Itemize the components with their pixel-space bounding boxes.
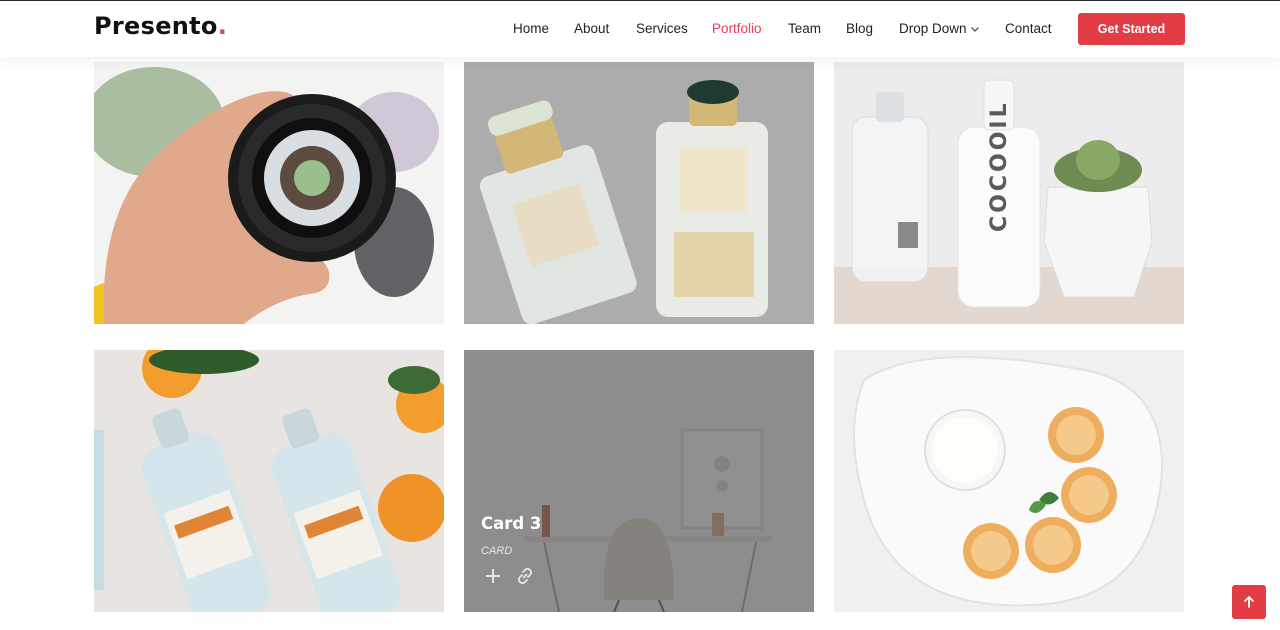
- card-category: CARD: [481, 545, 513, 557]
- nav-blog[interactable]: Blog: [846, 21, 873, 36]
- card-actions: [483, 566, 535, 586]
- nav-contact[interactable]: Contact: [1005, 21, 1052, 36]
- get-started-button[interactable]: Get Started: [1078, 13, 1185, 45]
- link-icon[interactable]: [515, 566, 535, 586]
- logo-dot: .: [217, 12, 228, 40]
- site-header: Presento. Home About Services Portfolio …: [0, 0, 1280, 57]
- portfolio-item-acqua[interactable]: [94, 350, 444, 612]
- cocooil-photo: COCOOIL: [834, 62, 1184, 324]
- card-title: Card 3: [481, 514, 542, 533]
- nav-home[interactable]: Home: [513, 21, 549, 36]
- pastries-photo: [834, 350, 1184, 612]
- portfolio-item-pastries[interactable]: [834, 350, 1184, 612]
- perfume-photo: [464, 62, 814, 324]
- portfolio-item-cocooil[interactable]: COCOOIL: [834, 62, 1184, 324]
- nav-about[interactable]: About: [574, 21, 609, 36]
- acqua-photo: [94, 350, 444, 612]
- nav-portfolio[interactable]: Portfolio: [712, 21, 762, 36]
- svg-text:COCOOIL: COCOOIL: [987, 100, 1012, 232]
- logo-text: Presento: [94, 12, 218, 40]
- site-logo[interactable]: Presento.: [94, 12, 227, 40]
- portfolio-item-perfume[interactable]: [464, 62, 814, 324]
- chevron-down-icon: [970, 27, 979, 33]
- nav-dropdown[interactable]: Drop Down: [899, 21, 980, 36]
- portfolio-item-chair[interactable]: Card 3 CARD: [464, 350, 814, 612]
- plus-icon[interactable]: [483, 566, 503, 586]
- nav-dropdown-label: Drop Down: [899, 21, 967, 36]
- nav-services[interactable]: Services: [636, 21, 688, 36]
- lens-photo: [94, 62, 444, 324]
- arrow-up-icon: [1244, 596, 1254, 608]
- portfolio-item-lens[interactable]: [94, 62, 444, 324]
- nav-team[interactable]: Team: [788, 21, 821, 36]
- back-to-top-button[interactable]: [1232, 585, 1266, 619]
